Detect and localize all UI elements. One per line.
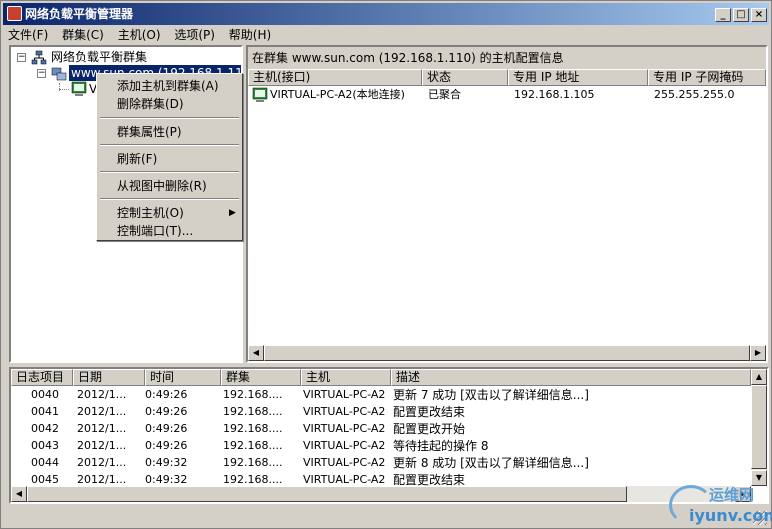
detail-header: 在群集 www.sun.com (192.168.1.110) 的主机配置信息	[248, 47, 766, 69]
log-time: 0:49:26	[145, 439, 188, 452]
log-date: 2012/1...	[77, 405, 127, 418]
watermark-url: iyunv.com	[689, 506, 772, 525]
collapse-root-icon[interactable]: −	[17, 53, 26, 62]
close-button[interactable]: ×	[751, 8, 767, 22]
log-cluster: 192.168....	[223, 405, 283, 418]
row-mask: 255.255.255.0	[654, 88, 735, 101]
detail-hscrollbar[interactable]: ◀ ▶	[248, 345, 766, 361]
log-col-desc[interactable]: 描述	[391, 369, 751, 386]
log-date: 2012/1...	[77, 439, 127, 452]
log-id: 0040	[31, 388, 59, 401]
minimize-button[interactable]: _	[715, 8, 731, 22]
row-host: VIRTUAL-PC-A2(本地连接)	[270, 88, 405, 101]
menu-add-host[interactable]: 添加主机到群集(A)	[117, 78, 219, 94]
submenu-arrow-icon: ▶	[229, 208, 236, 218]
menu-separator	[100, 198, 239, 200]
log-time: 0:49:32	[145, 456, 188, 469]
context-menu: 添加主机到群集(A) 删除群集(D) 群集属性(P) 刷新(F) 从视图中删除(…	[96, 73, 243, 241]
menu-control-port[interactable]: 控制端口(T)...	[117, 223, 193, 239]
menu-refresh[interactable]: 刷新(F)	[117, 151, 157, 167]
row-status: 已聚合	[428, 88, 461, 101]
scroll-thumb[interactable]	[751, 385, 767, 469]
log-hscrollbar[interactable]: ◀ ▶	[11, 486, 751, 502]
log-cluster: 192.168....	[223, 439, 283, 452]
menu-help[interactable]: 帮助(H)	[224, 26, 276, 44]
window-title: 网络负载平衡管理器	[25, 7, 134, 21]
menu-options[interactable]: 选项(P)	[169, 26, 220, 44]
log-cluster: 192.168....	[223, 422, 283, 435]
scroll-up-icon[interactable]: ▲	[751, 369, 767, 385]
col-ip[interactable]: 专用 IP 地址	[508, 69, 648, 86]
log-desc: 配置更改结束	[393, 405, 466, 419]
log-id: 0041	[31, 405, 59, 418]
app-icon	[7, 6, 22, 21]
col-mask[interactable]: 专用 IP 子网掩码	[648, 69, 766, 86]
menu-remove-from-view[interactable]: 从视图中删除(R)	[117, 178, 207, 194]
log-desc: 更新 7 成功 [双击以了解详细信息...]	[393, 388, 589, 402]
tree-root-label[interactable]: 网络负载平衡群集	[51, 49, 147, 65]
title-bar[interactable]: 网络负载平衡管理器 _ □ ×	[3, 3, 769, 25]
col-status[interactable]: 状态	[422, 69, 508, 86]
menu-file[interactable]: 文件(F)	[3, 26, 53, 44]
network-cluster-icon	[31, 50, 47, 65]
log-id: 0043	[31, 439, 59, 452]
log-desc: 等待挂起的操作 8	[393, 439, 489, 453]
log-col-cluster[interactable]: 群集	[221, 369, 301, 386]
maximize-button[interactable]: □	[733, 8, 749, 22]
log-col-time[interactable]: 时间	[145, 369, 221, 386]
log-time: 0:49:26	[145, 422, 188, 435]
cluster-icon	[51, 67, 67, 81]
log-host: VIRTUAL-PC-A2	[303, 388, 386, 401]
host-detail-pane: 在群集 www.sun.com (192.168.1.110) 的主机配置信息 …	[246, 45, 768, 363]
scroll-thumb[interactable]	[27, 486, 627, 502]
log-date: 2012/1...	[77, 422, 127, 435]
log-pane: 日志项目 日期 时间 群集 主机 描述 0040 2012/1... 0:49:…	[9, 367, 769, 504]
log-host: VIRTUAL-PC-A2	[303, 405, 386, 418]
menu-host[interactable]: 主机(O)	[113, 26, 166, 44]
scroll-left-icon[interactable]: ◀	[11, 486, 27, 502]
col-host[interactable]: 主机(接口)	[248, 69, 422, 86]
host-computer-icon	[252, 87, 268, 102]
scroll-right-icon[interactable]: ▶	[750, 345, 766, 361]
menu-separator	[100, 144, 239, 146]
collapse-cluster-icon[interactable]: −	[37, 69, 46, 78]
menu-control-host[interactable]: 控制主机(O)	[117, 205, 184, 221]
menu-cluster[interactable]: 群集(C)	[57, 26, 109, 44]
log-time: 0:49:26	[145, 405, 188, 418]
tree-connector	[59, 89, 69, 90]
row-ip: 192.168.1.105	[514, 88, 595, 101]
host-computer-icon	[71, 81, 87, 96]
log-host: VIRTUAL-PC-A2	[303, 456, 386, 469]
app-window: 网络负载平衡管理器 _ □ × 文件(F) 群集(C) 主机(O) 选项(P) …	[0, 0, 772, 529]
log-col-host[interactable]: 主机	[301, 369, 391, 386]
menu-bar: 文件(F) 群集(C) 主机(O) 选项(P) 帮助(H)	[3, 26, 769, 44]
log-col-date[interactable]: 日期	[73, 369, 145, 386]
menu-delete-cluster[interactable]: 删除群集(D)	[117, 96, 184, 112]
log-vscrollbar[interactable]: ▲ ▼	[751, 369, 767, 486]
log-id: 0042	[31, 422, 59, 435]
log-time: 0:49:26	[145, 388, 188, 401]
log-host: VIRTUAL-PC-A2	[303, 422, 386, 435]
log-host: VIRTUAL-PC-A2	[303, 439, 386, 452]
scroll-left-icon[interactable]: ◀	[248, 345, 264, 361]
log-date: 2012/1...	[77, 388, 127, 401]
scroll-thumb[interactable]	[264, 345, 750, 361]
log-desc: 更新 8 成功 [双击以了解详细信息...]	[393, 456, 589, 470]
watermark-text: 运维网	[709, 486, 755, 504]
log-cluster: 192.168....	[223, 388, 283, 401]
log-desc: 配置更改开始	[393, 422, 466, 436]
log-id: 0044	[31, 456, 59, 469]
menu-cluster-properties[interactable]: 群集属性(P)	[117, 124, 182, 140]
menu-separator	[100, 117, 239, 119]
watermark-logo: 运维网 iyunv.com	[669, 482, 772, 528]
log-date: 2012/1...	[77, 456, 127, 469]
log-cluster: 192.168....	[223, 456, 283, 469]
log-col-id[interactable]: 日志项目	[11, 369, 73, 386]
menu-separator	[100, 171, 239, 173]
